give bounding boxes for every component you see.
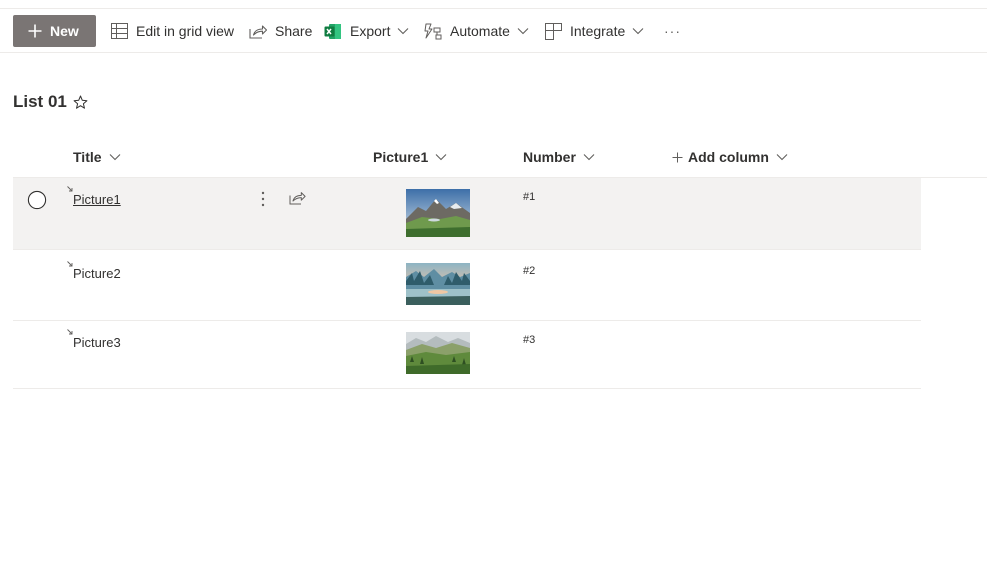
chevron-down-icon <box>435 154 447 161</box>
column-header-number-label: Number <box>523 149 576 165</box>
item-number: #2 <box>523 265 536 277</box>
plus-icon <box>672 152 683 162</box>
picture-thumbnail[interactable] <box>406 263 470 305</box>
item-title-link[interactable]: Picture3 <box>73 335 121 350</box>
list-row[interactable]: Picture2 #2 <box>13 250 921 321</box>
share-label: Share <box>275 23 313 39</box>
column-header-title-label: Title <box>73 149 102 165</box>
integrate-icon <box>545 22 562 40</box>
more-options-label: ··· <box>664 23 681 39</box>
column-header-picture-label: Picture1 <box>373 149 429 165</box>
integrate-button[interactable]: Integrate <box>545 9 644 53</box>
new-button-label: New <box>50 23 79 39</box>
integrate-label: Integrate <box>570 23 626 39</box>
new-button[interactable]: New <box>13 15 96 47</box>
grid-icon <box>111 23 128 39</box>
edit-grid-view-label: Edit in grid view <box>136 23 235 39</box>
picture-thumbnail[interactable] <box>406 332 470 374</box>
page-title: List 01 <box>13 92 67 111</box>
column-header-number[interactable]: Number <box>523 136 595 178</box>
add-column-label: Add column <box>688 149 769 165</box>
column-header-picture[interactable]: Picture1 <box>373 136 447 178</box>
item-title-link[interactable]: Picture2 <box>73 266 121 281</box>
automate-icon <box>424 23 442 39</box>
chevron-down-icon <box>398 28 409 35</box>
share-icon[interactable] <box>289 190 306 205</box>
edit-grid-view-button[interactable]: Edit in grid view <box>111 9 234 53</box>
item-number: #3 <box>523 334 536 346</box>
automate-label: Automate <box>450 23 510 39</box>
share-icon <box>249 25 267 39</box>
checkbox-circle-icon[interactable] <box>27 190 47 210</box>
excel-icon <box>324 23 341 39</box>
picture-thumbnail[interactable] <box>406 189 470 237</box>
share-button[interactable]: Share <box>249 9 312 53</box>
export-button[interactable]: Export <box>324 9 409 53</box>
chevron-down-icon <box>776 154 788 161</box>
list-row[interactable]: Picture1 #1 <box>13 178 921 250</box>
item-title-link[interactable]: Picture1 <box>73 192 121 207</box>
chevron-down-icon <box>632 28 644 35</box>
export-label: Export <box>350 23 391 39</box>
chevron-down-icon <box>583 154 595 161</box>
list-row[interactable]: Picture3 #3 <box>13 321 921 389</box>
chevron-down-icon <box>109 154 120 161</box>
star-icon[interactable] <box>73 95 88 110</box>
add-column-button[interactable]: Add column <box>672 136 788 178</box>
more-vertical-icon[interactable] <box>257 190 269 208</box>
command-bar: New Edit in grid view Share Export Autom… <box>0 9 987 53</box>
item-number: #1 <box>523 191 536 203</box>
more-options-button[interactable]: ··· <box>664 9 681 53</box>
column-header-row: Title Picture1 Number Add column <box>13 136 987 178</box>
column-header-title[interactable]: Title <box>73 136 121 178</box>
chevron-down-icon <box>517 28 529 35</box>
plus-icon <box>28 24 42 38</box>
automate-button[interactable]: Automate <box>424 9 529 53</box>
